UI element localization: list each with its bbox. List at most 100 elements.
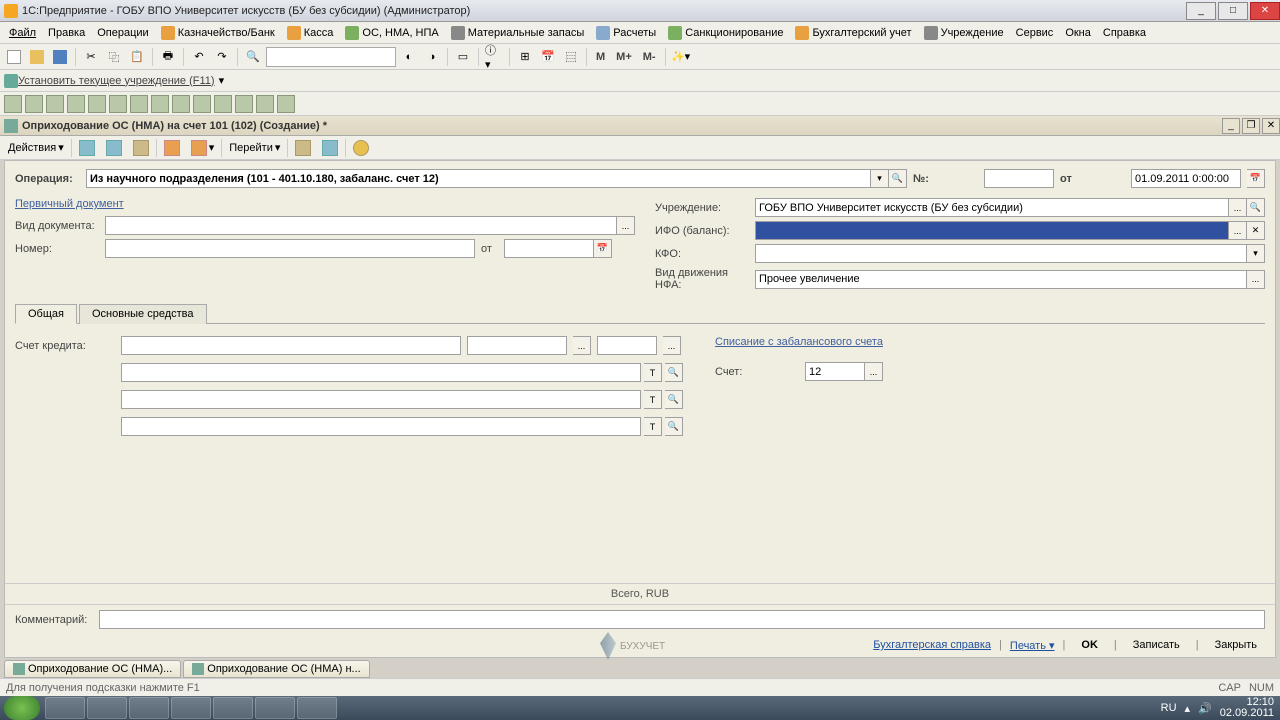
account-select[interactable]: ...: [865, 362, 883, 381]
ir-14[interactable]: [277, 95, 295, 113]
institution-select[interactable]: ...: [1229, 198, 1247, 217]
nfa-select[interactable]: ...: [1247, 270, 1265, 289]
ir-5[interactable]: [88, 95, 106, 113]
doc-max[interactable]: ❐: [1242, 118, 1260, 134]
close-doc-button[interactable]: Закрыть: [1207, 637, 1265, 653]
field-1-t[interactable]: Т: [644, 363, 662, 382]
tray-lang[interactable]: RU: [1161, 702, 1177, 714]
operation-search[interactable]: 🔍: [889, 169, 907, 188]
menu-sanction[interactable]: Санкционирование: [663, 24, 788, 42]
tb-cut[interactable]: ✂: [81, 47, 101, 67]
institution-search[interactable]: 🔍: [1247, 198, 1265, 217]
tb-calc[interactable]: ⊞: [515, 47, 535, 67]
menu-materials[interactable]: Материальные запасы: [446, 24, 590, 42]
tb-search-combo[interactable]: [266, 47, 396, 67]
field-2[interactable]: [121, 390, 641, 409]
print-link[interactable]: Печать ▾: [1010, 639, 1055, 652]
ifo-input[interactable]: [755, 221, 1229, 240]
kfo-input[interactable]: [755, 244, 1247, 263]
tb-a3[interactable]: ▭: [453, 47, 473, 67]
tab-os[interactable]: Основные средства: [79, 304, 207, 324]
field-1[interactable]: [121, 363, 641, 382]
tb-cal[interactable]: 📅: [538, 47, 558, 67]
tb-tree[interactable]: ⿳: [561, 47, 581, 67]
date-picker[interactable]: 📅: [1247, 169, 1265, 188]
minimize-button[interactable]: _: [1186, 2, 1216, 20]
credit-input-2[interactable]: [467, 336, 567, 355]
tb-paste[interactable]: 📋: [127, 47, 147, 67]
menu-service[interactable]: Сервис: [1011, 25, 1059, 41]
institution-input[interactable]: [755, 198, 1229, 217]
dt-7[interactable]: [318, 138, 342, 158]
menu-edit[interactable]: Правка: [43, 25, 90, 41]
account-input[interactable]: [805, 362, 865, 381]
dt-5[interactable]: ▾: [187, 138, 219, 158]
tb-mplus[interactable]: М+: [612, 51, 636, 63]
tb-app-7[interactable]: [297, 697, 337, 719]
tb-app-3[interactable]: [129, 697, 169, 719]
field-3[interactable]: [121, 417, 641, 436]
tb-undo[interactable]: ↶: [189, 47, 209, 67]
tb-app-6[interactable]: [255, 697, 295, 719]
ir-3[interactable]: [46, 95, 64, 113]
menu-cash[interactable]: Касса: [282, 24, 339, 42]
tray-clock[interactable]: 12:10 02.09.2011: [1220, 697, 1274, 719]
dt-actions[interactable]: Действия ▾: [4, 139, 68, 156]
tb-app-1[interactable]: [45, 697, 85, 719]
tb-copy[interactable]: ⿻: [104, 47, 124, 67]
field-3-s[interactable]: 🔍: [665, 417, 683, 436]
doctype-select[interactable]: ...: [617, 216, 635, 235]
dt-1[interactable]: [75, 138, 99, 158]
date-input[interactable]: [1131, 169, 1241, 188]
operation-input[interactable]: [86, 169, 871, 188]
tb-app-4[interactable]: [171, 697, 211, 719]
start-button[interactable]: [4, 696, 40, 720]
field-1-s[interactable]: 🔍: [665, 363, 683, 382]
dt-4[interactable]: [160, 138, 184, 158]
menu-accounting[interactable]: Бухгалтерский учет: [790, 24, 916, 42]
menu-treasury[interactable]: Казначейство/Банк: [156, 24, 280, 42]
menu-help[interactable]: Справка: [1098, 25, 1151, 41]
menu-file[interactable]: Файл: [4, 25, 41, 41]
ir-11[interactable]: [214, 95, 232, 113]
tasktab-1[interactable]: Оприходование ОС (НМА)...: [4, 660, 181, 678]
menu-institution[interactable]: Учреждение: [919, 24, 1009, 42]
tb-print[interactable]: 🖶: [158, 47, 178, 67]
doc-min[interactable]: _: [1222, 118, 1240, 134]
dt-2[interactable]: [102, 138, 126, 158]
tb-app-5[interactable]: [213, 697, 253, 719]
tb-open[interactable]: [27, 47, 47, 67]
dt-goto[interactable]: Перейти ▾: [225, 139, 284, 156]
credit-sel-3[interactable]: ...: [663, 336, 681, 355]
operation-dropdown[interactable]: ▾: [871, 169, 889, 188]
ir-6[interactable]: [109, 95, 127, 113]
ir-1[interactable]: [4, 95, 22, 113]
docdate-input[interactable]: [504, 239, 594, 258]
docdate-picker[interactable]: 📅: [594, 239, 612, 258]
doc-close[interactable]: ✕: [1262, 118, 1280, 134]
nfa-input[interactable]: [755, 270, 1247, 289]
menu-os[interactable]: ОС, НМА, НПА: [340, 24, 443, 42]
tab-general[interactable]: Общая: [15, 304, 77, 324]
tb-info[interactable]: ⓘ ▾: [484, 47, 504, 67]
tb-find[interactable]: 🔍: [243, 47, 263, 67]
field-2-t[interactable]: Т: [644, 390, 662, 409]
tb-mminus[interactable]: М-: [639, 51, 660, 63]
ifo-clear[interactable]: ✕: [1247, 221, 1265, 240]
ir-7[interactable]: [130, 95, 148, 113]
ok-button[interactable]: OK: [1073, 637, 1106, 653]
field-3-t[interactable]: Т: [644, 417, 662, 436]
maximize-button[interactable]: □: [1218, 2, 1248, 20]
ir-9[interactable]: [172, 95, 190, 113]
menu-calc[interactable]: Расчеты: [591, 24, 661, 42]
field-2-s[interactable]: 🔍: [665, 390, 683, 409]
dt-3[interactable]: [129, 138, 153, 158]
menu-operations[interactable]: Операции: [92, 25, 153, 41]
close-button[interactable]: ✕: [1250, 2, 1280, 20]
tb-app-2[interactable]: [87, 697, 127, 719]
tb-a1[interactable]: ◐: [399, 47, 419, 67]
tasktab-2[interactable]: Оприходование ОС (НМА) н...: [183, 660, 369, 678]
dt-6[interactable]: [291, 138, 315, 158]
doctype-input[interactable]: [105, 216, 617, 235]
ir-13[interactable]: [256, 95, 274, 113]
